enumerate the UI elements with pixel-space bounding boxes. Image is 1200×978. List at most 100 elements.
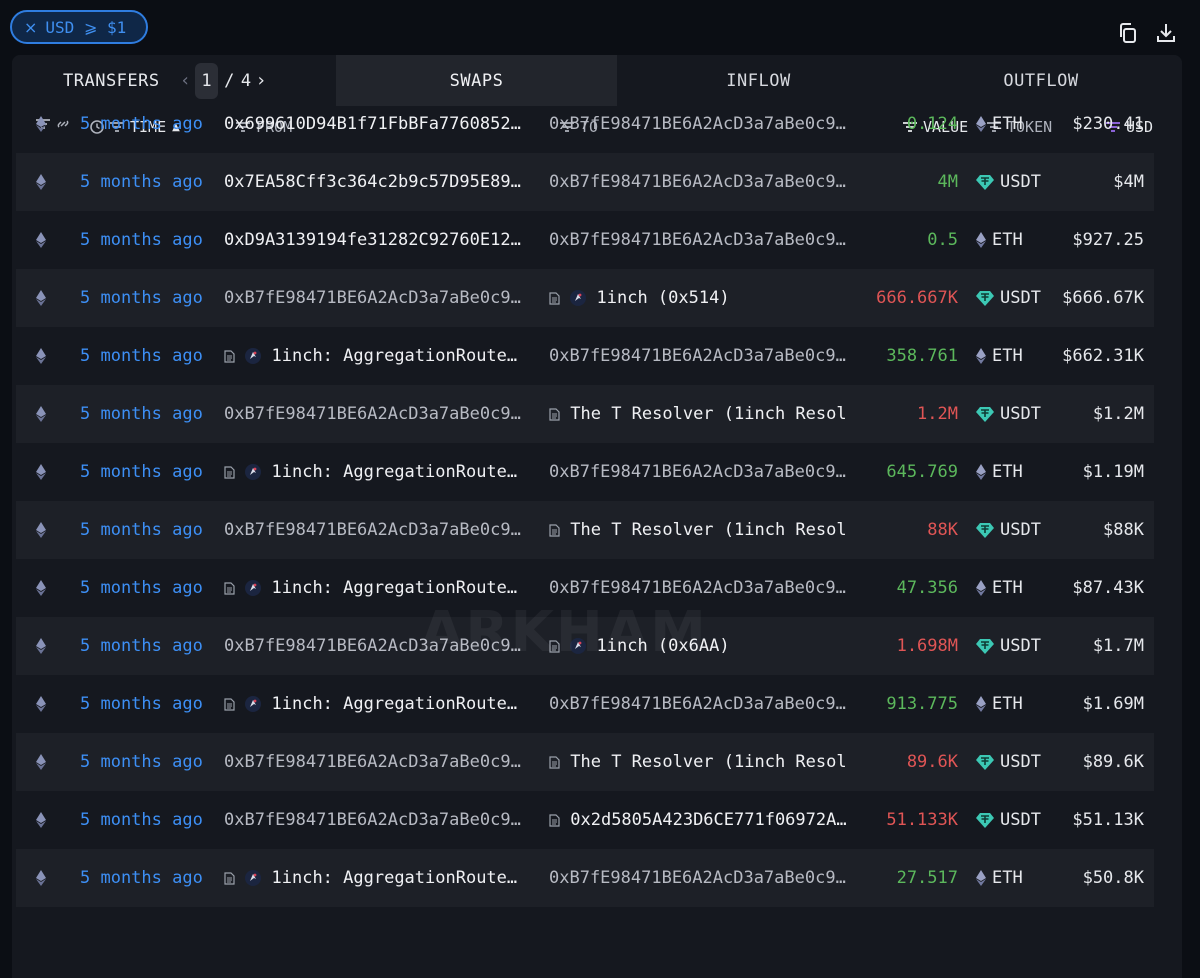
to-label[interactable]: The T Resolver (1inch Resol <box>570 752 846 772</box>
token-cell[interactable]: USDT <box>976 404 1041 424</box>
to-cell[interactable]: 1inch (0x6AA) <box>549 636 857 656</box>
to-cell[interactable]: 0xB7fE98471BE6A2AcD3a7aBe0c9… <box>549 868 857 888</box>
from-cell[interactable]: 0xB7fE98471BE6A2AcD3a7aBe0c9… <box>224 520 536 540</box>
to-label[interactable]: 0xB7fE98471BE6A2AcD3a7aBe0c9… <box>549 172 846 192</box>
to-cell[interactable]: 1inch (0x514) <box>549 288 857 308</box>
from-cell[interactable]: 0xB7fE98471BE6A2AcD3a7aBe0c9… <box>224 752 536 772</box>
from-address[interactable]: 0xB7fE98471BE6A2AcD3a7aBe0c9… <box>224 810 521 830</box>
table-row[interactable]: 5 months ago 1inch: AggregationRoute… 0x… <box>16 849 1154 907</box>
table-row[interactable]: 5 months ago 1inch: AggregationRoute… 0x… <box>16 675 1154 733</box>
from-cell[interactable]: 0x7EA58Cff3c364c2b9c57D95E89… <box>224 172 536 192</box>
to-label[interactable]: 1inch (0x6AA) <box>597 636 730 656</box>
table-row[interactable]: 5 months ago 0xB7fE98471BE6A2AcD3a7aBe0c… <box>16 791 1154 849</box>
from-address[interactable]: 0xB7fE98471BE6A2AcD3a7aBe0c9… <box>224 636 521 656</box>
from-address[interactable]: 0xB7fE98471BE6A2AcD3a7aBe0c9… <box>224 520 521 540</box>
from-cell[interactable]: 0xD9A3139194fe31282C92760E12… <box>224 230 536 250</box>
table-row[interactable]: 5 months ago 0xD9A3139194fe31282C92760E1… <box>16 211 1154 269</box>
table-row[interactable]: 5 months ago 0xB7fE98471BE6A2AcD3a7aBe0c… <box>16 501 1154 559</box>
from-cell[interactable]: 1inch: AggregationRoute… <box>224 462 536 482</box>
table-row[interactable]: 5 months ago 0xB7fE98471BE6A2AcD3a7aBe0c… <box>16 269 1154 327</box>
to-label[interactable]: 0xB7fE98471BE6A2AcD3a7aBe0c9… <box>549 462 846 482</box>
token-cell[interactable]: USDT <box>976 636 1041 656</box>
from-cell[interactable]: 0xB7fE98471BE6A2AcD3a7aBe0c9… <box>224 404 536 424</box>
from-address[interactable]: 0xB7fE98471BE6A2AcD3a7aBe0c9… <box>224 752 521 772</box>
time-cell[interactable]: 5 months ago <box>80 636 203 656</box>
from-address[interactable]: 0x7EA58Cff3c364c2b9c57D95E89… <box>224 172 521 192</box>
time-cell[interactable]: 5 months ago <box>80 868 203 888</box>
token-cell[interactable]: USDT <box>976 810 1041 830</box>
chevron-right-icon[interactable]: › <box>258 70 266 91</box>
to-cell[interactable]: 0xB7fE98471BE6A2AcD3a7aBe0c9… <box>549 462 857 482</box>
from-cell[interactable]: 0x699610D94B1f71FbBFa7760852… <box>224 114 536 134</box>
time-cell[interactable]: 5 months ago <box>80 288 203 308</box>
to-label[interactable]: 0xB7fE98471BE6A2AcD3a7aBe0c9… <box>549 578 846 598</box>
time-cell[interactable]: 5 months ago <box>80 230 203 250</box>
from-entity-label[interactable]: 1inch: AggregationRoute… <box>272 694 518 714</box>
to-cell[interactable]: 0x2d5805A423D6CE771f06972A… <box>549 810 857 830</box>
to-cell[interactable]: The T Resolver (1inch Resol <box>549 752 857 772</box>
to-label[interactable]: 0xB7fE98471BE6A2AcD3a7aBe0c9… <box>549 230 846 250</box>
token-cell[interactable]: ETH <box>976 694 1023 714</box>
token-cell[interactable]: ETH <box>976 868 1023 888</box>
page-number[interactable]: 1 <box>195 62 219 99</box>
from-entity-label[interactable]: 1inch: AggregationRoute… <box>272 462 518 482</box>
time-cell[interactable]: 5 months ago <box>80 578 203 598</box>
time-cell[interactable]: 5 months ago <box>80 752 203 772</box>
token-cell[interactable]: USDT <box>976 752 1041 772</box>
download-icon[interactable] <box>1156 22 1176 44</box>
from-cell[interactable]: 1inch: AggregationRoute… <box>224 868 536 888</box>
time-cell[interactable]: 5 months ago <box>80 694 203 714</box>
from-cell[interactable]: 1inch: AggregationRoute… <box>224 346 536 366</box>
token-cell[interactable]: USDT <box>976 172 1041 192</box>
time-cell[interactable]: 5 months ago <box>80 114 203 134</box>
to-cell[interactable]: 0xB7fE98471BE6A2AcD3a7aBe0c9… <box>549 694 857 714</box>
to-cell[interactable]: The T Resolver (1inch Resol <box>549 404 857 424</box>
token-cell[interactable]: ETH <box>976 462 1023 482</box>
time-cell[interactable]: 5 months ago <box>80 520 203 540</box>
to-label[interactable]: 0xB7fE98471BE6A2AcD3a7aBe0c9… <box>549 114 846 134</box>
to-cell[interactable]: 0xB7fE98471BE6A2AcD3a7aBe0c9… <box>549 114 857 134</box>
token-cell[interactable]: USDT <box>976 288 1041 308</box>
from-entity-label[interactable]: 1inch: AggregationRoute… <box>272 868 518 888</box>
chevron-left-icon[interactable]: ‹ <box>182 70 190 91</box>
usd-filter-chip[interactable]: × USD ⩾ $1 <box>10 10 148 44</box>
table-row[interactable]: 5 months ago 0xB7fE98471BE6A2AcD3a7aBe0c… <box>16 733 1154 791</box>
from-address[interactable]: 0xD9A3139194fe31282C92760E12… <box>224 230 521 250</box>
to-label[interactable]: 0x2d5805A423D6CE771f06972A… <box>570 810 846 830</box>
to-cell[interactable]: The T Resolver (1inch Resol <box>549 520 857 540</box>
from-entity-label[interactable]: 1inch: AggregationRoute… <box>272 346 518 366</box>
to-label[interactable]: 0xB7fE98471BE6A2AcD3a7aBe0c9… <box>549 868 846 888</box>
from-cell[interactable]: 0xB7fE98471BE6A2AcD3a7aBe0c9… <box>224 810 536 830</box>
token-cell[interactable]: ETH <box>976 578 1023 598</box>
from-cell[interactable]: 1inch: AggregationRoute… <box>224 578 536 598</box>
from-address[interactable]: 0x699610D94B1f71FbBFa7760852… <box>224 114 521 134</box>
to-label[interactable]: The T Resolver (1inch Resol <box>570 404 846 424</box>
to-cell[interactable]: 0xB7fE98471BE6A2AcD3a7aBe0c9… <box>549 172 857 192</box>
table-row[interactable]: 5 months ago 1inch: AggregationRoute… 0x… <box>16 443 1154 501</box>
table-row[interactable]: 5 months ago 1inch: AggregationRoute… 0x… <box>16 327 1154 385</box>
table-row[interactable]: 5 months ago 0xB7fE98471BE6A2AcD3a7aBe0c… <box>16 385 1154 443</box>
time-cell[interactable]: 5 months ago <box>80 462 203 482</box>
from-entity-label[interactable]: 1inch: AggregationRoute… <box>272 578 518 598</box>
to-cell[interactable]: 0xB7fE98471BE6A2AcD3a7aBe0c9… <box>549 230 857 250</box>
table-row[interactable]: 5 months ago 1inch: AggregationRoute… 0x… <box>16 559 1154 617</box>
to-label[interactable]: 0xB7fE98471BE6A2AcD3a7aBe0c9… <box>549 694 846 714</box>
close-icon[interactable]: × <box>24 18 37 37</box>
from-address[interactable]: 0xB7fE98471BE6A2AcD3a7aBe0c9… <box>224 404 521 424</box>
time-cell[interactable]: 5 months ago <box>80 810 203 830</box>
to-label[interactable]: 0xB7fE98471BE6A2AcD3a7aBe0c9… <box>549 346 846 366</box>
time-cell[interactable]: 5 months ago <box>80 172 203 192</box>
from-cell[interactable]: 1inch: AggregationRoute… <box>224 694 536 714</box>
from-address[interactable]: 0xB7fE98471BE6A2AcD3a7aBe0c9… <box>224 288 521 308</box>
table-row[interactable]: 5 months ago 0x699610D94B1f71FbBFa776085… <box>16 95 1154 153</box>
token-cell[interactable]: ETH <box>976 346 1023 366</box>
table-row[interactable]: 5 months ago 0xB7fE98471BE6A2AcD3a7aBe0c… <box>16 617 1154 675</box>
time-cell[interactable]: 5 months ago <box>80 404 203 424</box>
to-cell[interactable]: 0xB7fE98471BE6A2AcD3a7aBe0c9… <box>549 578 857 598</box>
copy-icon[interactable] <box>1118 22 1138 44</box>
to-cell[interactable]: 0xB7fE98471BE6A2AcD3a7aBe0c9… <box>549 346 857 366</box>
to-label[interactable]: 1inch (0x514) <box>597 288 730 308</box>
from-cell[interactable]: 0xB7fE98471BE6A2AcD3a7aBe0c9… <box>224 288 536 308</box>
to-label[interactable]: The T Resolver (1inch Resol <box>570 520 846 540</box>
time-cell[interactable]: 5 months ago <box>80 346 203 366</box>
